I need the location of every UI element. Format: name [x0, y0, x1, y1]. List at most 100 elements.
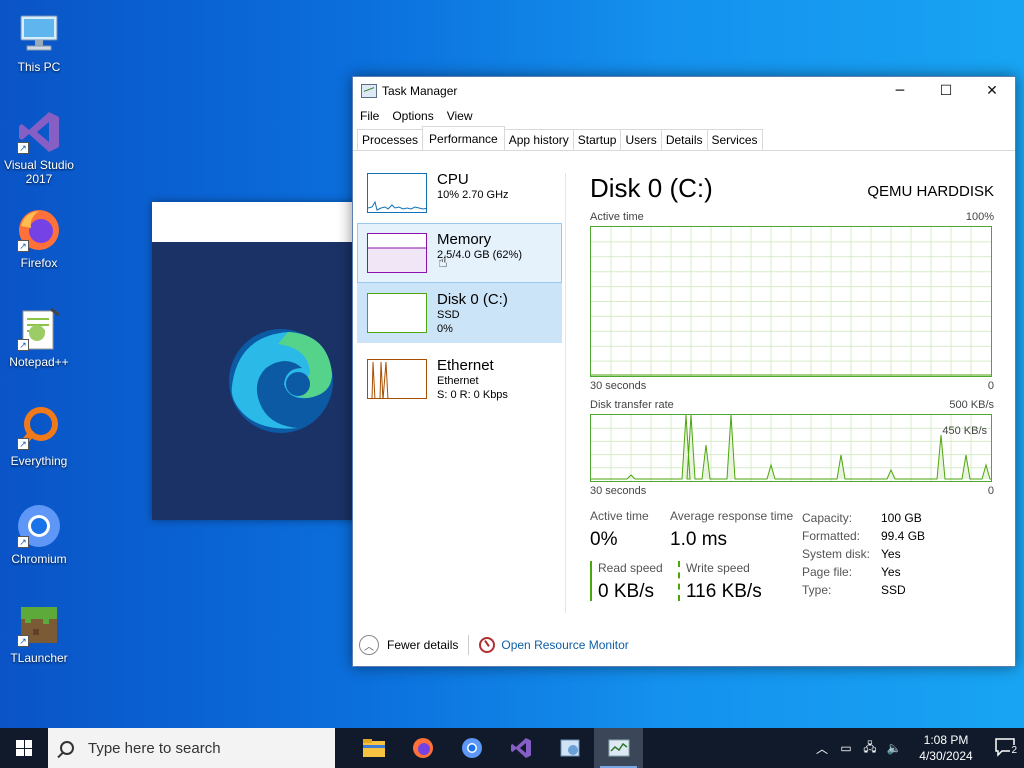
desktop-icon-label: 2017 — [25, 172, 53, 186]
menu-view[interactable]: View — [447, 109, 473, 123]
avg-response-label: Average response time — [670, 509, 794, 523]
show-hidden-icons-chevron-icon[interactable]: ︿ — [810, 740, 834, 757]
transfer-rate-graph-max: 500 KB/s — [949, 399, 994, 411]
minimize-button[interactable]: ─ — [877, 77, 923, 105]
desktop-icon-this-pc[interactable]: This PC — [0, 10, 78, 74]
detail-title: Disk 0 (C:) — [590, 173, 713, 203]
desktop-icon-notepadpp[interactable]: ↗ Notepad++ — [0, 305, 78, 369]
resource-list: CPU 10% 2.70 GHz Memory 2.5/4.0 GB (62%)… — [357, 163, 562, 409]
taskbar-visual-studio[interactable] — [496, 728, 545, 768]
desktop-icon-firefox[interactable]: ↗ Firefox — [0, 206, 78, 270]
footer-bar: ︿ Fewer details Open Resource Monitor — [353, 625, 1015, 665]
clock[interactable]: 1:08 PM 4/30/2024 — [906, 732, 986, 764]
desktop-icon-everything[interactable]: ↗ Everything — [0, 404, 78, 468]
tab-services[interactable]: Services — [706, 129, 763, 150]
shortcut-arrow-icon: ↗ — [17, 438, 29, 450]
volume-muted-icon[interactable]: 🔈 — [882, 741, 906, 755]
avg-response-value: 1.0 ms — [670, 529, 728, 550]
menu-file[interactable]: File — [360, 109, 379, 123]
open-resource-monitor-link[interactable]: Open Resource Monitor — [501, 638, 628, 652]
visual-studio-icon: ↗ — [15, 108, 63, 156]
active-time-graph-label: Active time — [590, 211, 644, 223]
network-drive-icon[interactable]: ▭ — [834, 741, 858, 755]
desktop-icon-label: Visual Studio — [4, 158, 74, 172]
fewer-details-link[interactable]: Fewer details — [387, 638, 458, 652]
footer-separator — [468, 635, 470, 655]
chromium-icon: ↗ — [15, 502, 63, 550]
shortcut-arrow-icon: ↗ — [17, 240, 29, 252]
desktop-icon-label: This PC — [17, 60, 61, 74]
resource-ethernet[interactable]: Ethernet Ethernet S: 0 R: 0 Kbps — [357, 349, 562, 409]
resource-disk-0[interactable]: Disk 0 (C:) SSD 0% — [357, 283, 562, 343]
chevron-up-icon[interactable]: ︿ — [359, 635, 379, 655]
system-disk-label: System disk: — [802, 547, 871, 561]
resource-monitor-icon — [479, 637, 496, 653]
desktop-icon-visual-studio[interactable]: ↗ Visual Studio 2017 — [0, 108, 78, 186]
task-manager-window[interactable]: Task Manager ─ ☐ ✕ File Options View Pro… — [352, 76, 1016, 667]
transfer-rate-graph: 450 KB/s — [590, 414, 992, 482]
tab-users[interactable]: Users — [620, 129, 662, 150]
resource-cpu[interactable]: CPU 10% 2.70 GHz — [357, 163, 562, 223]
title-bar[interactable]: Task Manager ─ ☐ ✕ — [353, 77, 1015, 105]
tab-performance[interactable]: Performance — [422, 126, 505, 150]
taskbar-chromium[interactable] — [447, 728, 496, 768]
active-time-label: Active time — [590, 509, 649, 523]
cpu-thumbnail-graph — [367, 173, 427, 213]
formatted-value: 99.4 GB — [881, 529, 926, 543]
taskbar-task-manager[interactable] — [594, 728, 643, 768]
shortcut-arrow-icon: ↗ — [17, 339, 29, 351]
window-title: Task Manager — [382, 84, 458, 98]
tab-details[interactable]: Details — [660, 129, 708, 150]
transfer-rate-marker: 450 KB/s — [942, 425, 987, 437]
shortcut-arrow-icon: ↗ — [17, 142, 29, 154]
active-time-graph-duration: 30 seconds — [590, 380, 647, 392]
tab-startup[interactable]: Startup — [572, 129, 622, 150]
maximize-button[interactable]: ☐ — [923, 77, 969, 105]
active-time-value: 0% — [590, 529, 618, 550]
desktop-icon-label: TLauncher — [10, 651, 68, 665]
system-disk-value: Yes — [881, 547, 901, 561]
notification-count: 2 — [1010, 744, 1018, 756]
desktop-icon-chromium[interactable]: ↗ Chromium — [0, 502, 78, 566]
task-manager-icon — [361, 84, 377, 98]
write-speed-label: Write speed — [686, 561, 750, 575]
visual-studio-icon — [510, 738, 531, 758]
resource-memory[interactable]: Memory 2.5/4.0 GB (62%) ☝ — [357, 223, 562, 283]
type-label: Type: — [802, 583, 832, 597]
clock-time: 1:08 PM — [923, 733, 969, 747]
transfer-rate-graph-duration: 30 seconds — [590, 485, 647, 497]
disk-thumbnail-graph — [367, 293, 427, 333]
taskbar: Type here to search ︿ ▭ 🖧 🔈 1:08 PM 4/30… — [0, 728, 1024, 768]
menu-options[interactable]: Options — [392, 109, 433, 123]
search-placeholder: Type here to search — [88, 739, 221, 757]
firefox-icon: ↗ — [15, 206, 63, 254]
network-icon[interactable]: 🖧 — [858, 738, 882, 759]
taskbar-search-box[interactable]: Type here to search — [48, 728, 335, 768]
write-speed-bar — [678, 561, 680, 601]
taskbar-firefox[interactable] — [398, 728, 447, 768]
edge-logo-icon — [228, 328, 334, 437]
read-speed-value: 0 KB/s — [598, 581, 654, 602]
edge-splash-window[interactable] — [152, 202, 357, 520]
windows-logo-icon — [16, 740, 32, 756]
memory-thumbnail-graph — [367, 233, 427, 273]
tab-app-history[interactable]: App history — [503, 129, 574, 150]
close-button[interactable]: ✕ — [969, 77, 1015, 105]
mouse-cursor-icon: ☝ — [438, 254, 448, 271]
resource-sub: S: 0 R: 0 Kbps — [437, 389, 508, 401]
desktop-icon-tlauncher[interactable]: ↗ TLauncher — [0, 601, 78, 665]
tab-processes[interactable]: Processes — [357, 129, 424, 150]
transfer-rate-graph-label: Disk transfer rate — [590, 399, 674, 411]
panel-divider — [565, 173, 566, 613]
capacity-label: Capacity: — [802, 511, 853, 525]
taskbar-file-explorer[interactable] — [349, 728, 398, 768]
desktop-icon-label: Everything — [10, 454, 68, 468]
action-center-button[interactable]: 2 — [986, 737, 1024, 760]
formatted-label: Formatted: — [802, 529, 861, 543]
start-button[interactable] — [0, 728, 48, 768]
transfer-rate-graph-min: 0 — [987, 485, 994, 497]
resource-name: CPU — [437, 171, 469, 188]
taskbar-control-panel[interactable] — [545, 728, 594, 768]
disk-model: QEMU HARDDISK — [867, 183, 994, 200]
active-time-graph-min: 0 — [987, 380, 994, 392]
